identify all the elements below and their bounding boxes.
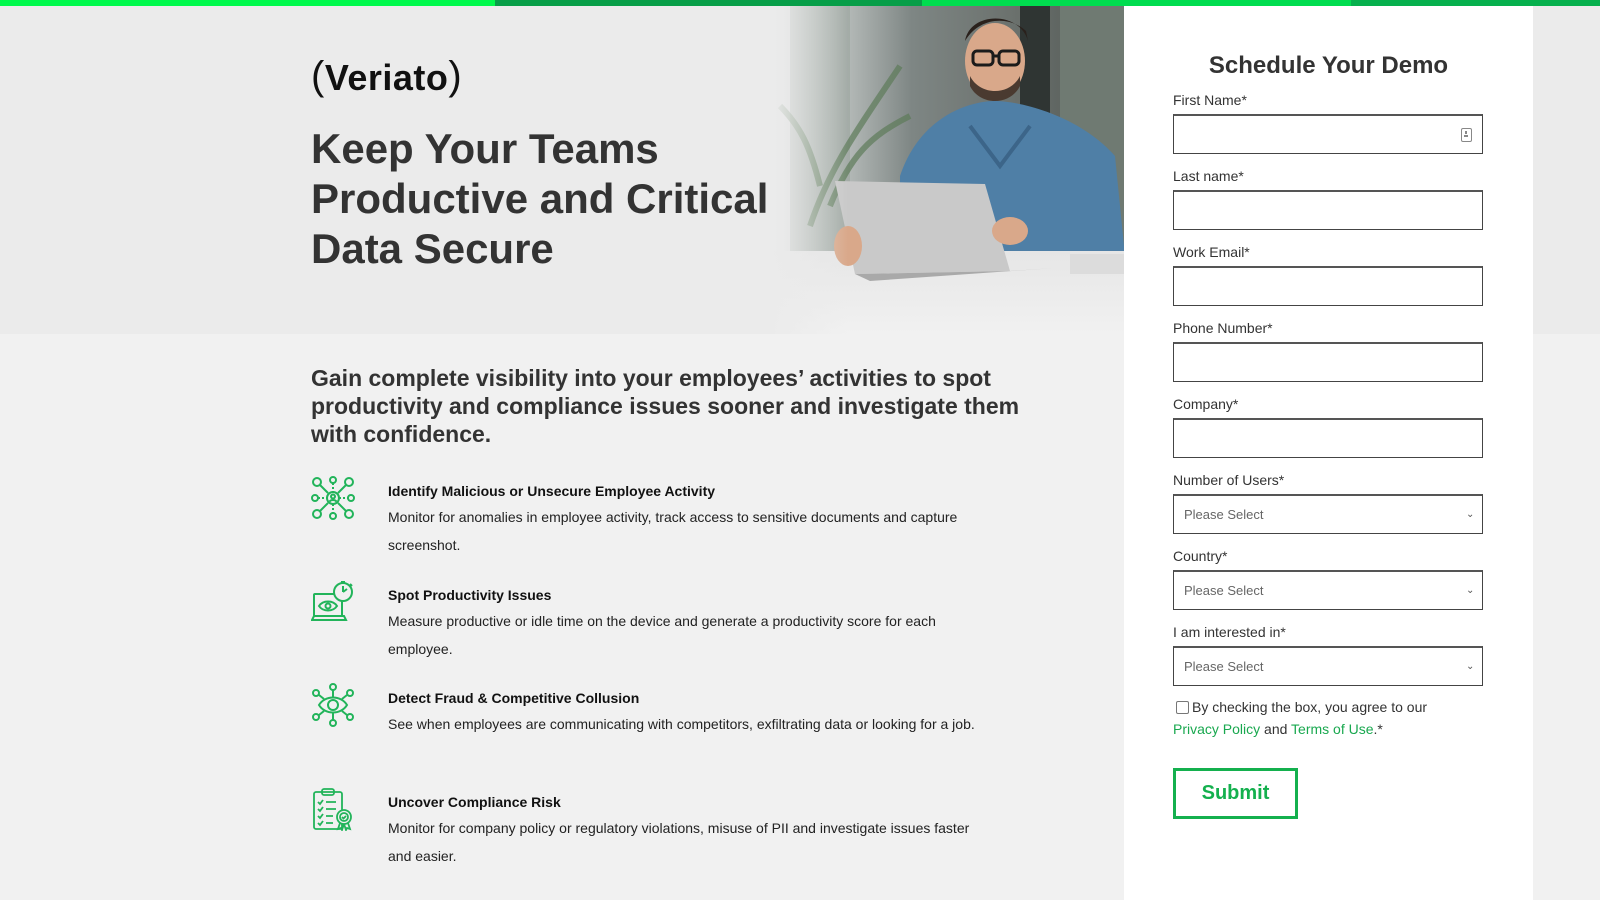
- feature-item: Uncover Compliance Risk Monitor for comp…: [311, 787, 991, 891]
- network-user-icon: [311, 476, 355, 520]
- form-title: Schedule Your Demo: [1208, 52, 1449, 79]
- feature-description: Measure productive or idle time on the d…: [388, 612, 936, 657]
- last-name-input[interactable]: [1174, 192, 1482, 229]
- feature-description: Monitor for anomalies in employee activi…: [388, 509, 958, 553]
- consent-block: By checking the box, you agree to our Pr…: [1173, 696, 1493, 740]
- last-name-field-group: Last name*: [1173, 168, 1483, 230]
- first-name-field-group: First Name*: [1173, 92, 1483, 154]
- accent-segment: [1351, 0, 1600, 6]
- company-input[interactable]: [1174, 420, 1482, 457]
- work-email-field-group: Work Email*: [1173, 244, 1483, 306]
- first-name-input[interactable]: [1174, 116, 1482, 153]
- country-label: Country*: [1173, 548, 1228, 564]
- accent-segment: [0, 0, 495, 6]
- feature-title: Identify Malicious or Unsecure Employee …: [388, 483, 716, 499]
- demo-form-panel: Schedule Your Demo First Name* Last name…: [1124, 6, 1533, 900]
- consent-and: and: [1264, 721, 1288, 737]
- feature-title: Uncover Compliance Risk: [388, 793, 561, 810]
- feature-description: See when employees are communicating wit…: [388, 716, 975, 732]
- work-email-input[interactable]: [1174, 268, 1482, 305]
- top-accent-bar: [0, 0, 1600, 6]
- hero-title-line: Keep Your Teams: [311, 125, 659, 172]
- phone-input[interactable]: [1174, 344, 1482, 381]
- phone-label: Phone Number*: [1173, 320, 1273, 336]
- hero-title: Keep Your Teams Productive and Critical …: [311, 124, 791, 274]
- feature-list: Identify Malicious or Unsecure Employee …: [311, 476, 991, 890]
- last-name-label: Last name*: [1173, 168, 1244, 184]
- chevron-down-icon: ⌄: [1466, 661, 1475, 672]
- logo-text: Veriato: [324, 57, 449, 98]
- num-users-selected: Please Select: [1184, 507, 1264, 522]
- num-users-select[interactable]: Please Select ⌄: [1173, 494, 1483, 534]
- feature-description: Monitor for company policy or regulatory…: [388, 819, 970, 864]
- feature-item: Detect Fraud & Competitive Collusion See…: [311, 683, 991, 787]
- eye-network-icon: [312, 683, 354, 727]
- feature-item: Spot Productivity Issues Measure product…: [311, 580, 991, 684]
- terms-of-use-link[interactable]: Terms of Use: [1291, 721, 1373, 737]
- num-users-field-group: Number of Users* Please Select ⌄: [1173, 472, 1483, 534]
- interest-select[interactable]: Please Select ⌄: [1173, 646, 1483, 686]
- interest-field-group: I am interested in* Please Select ⌄: [1173, 624, 1483, 686]
- accent-segment: [495, 0, 922, 6]
- privacy-policy-link[interactable]: Privacy Policy: [1173, 721, 1260, 737]
- hero-title-line: Data Secure: [311, 225, 554, 272]
- interest-selected: Please Select: [1184, 659, 1264, 674]
- consent-checkbox[interactable]: [1176, 701, 1189, 714]
- hero-image: [770, 6, 1125, 334]
- country-selected: Please Select: [1184, 583, 1264, 598]
- logo-bracket-close: ): [448, 54, 463, 98]
- num-users-label: Number of Users*: [1173, 472, 1285, 488]
- chevron-down-icon: ⌄: [1466, 509, 1475, 520]
- phone-field-group: Phone Number*: [1173, 320, 1483, 382]
- autofill-contact-icon[interactable]: [1461, 128, 1472, 142]
- submit-button[interactable]: Submit: [1173, 768, 1298, 819]
- consent-text: By checking the box, you agree to our: [1192, 699, 1428, 715]
- hero-title-line: Productive and Critical: [311, 175, 769, 222]
- country-select[interactable]: Please Select ⌄: [1173, 570, 1483, 610]
- feature-item: Identify Malicious or Unsecure Employee …: [311, 476, 991, 580]
- chevron-down-icon: ⌄: [1466, 585, 1475, 596]
- laptop-eye-stopwatch-icon: [311, 580, 353, 621]
- company-label: Company*: [1173, 396, 1239, 412]
- accent-segment: [922, 0, 1351, 6]
- subheading: Gain complete visibility into your emplo…: [311, 365, 1020, 447]
- interest-label: I am interested in*: [1173, 624, 1286, 640]
- clipboard-badge-icon: [313, 787, 352, 831]
- logo-bracket-open: (: [311, 54, 325, 98]
- country-field-group: Country* Please Select ⌄: [1173, 548, 1483, 610]
- company-field-group: Company*: [1173, 396, 1483, 458]
- first-name-label: First Name*: [1173, 92, 1247, 108]
- work-email-label: Work Email*: [1173, 244, 1250, 260]
- feature-title: Detect Fraud & Competitive Collusion: [388, 690, 640, 706]
- veriato-logo[interactable]: (Veriato): [311, 54, 463, 100]
- consent-suffix: .*: [1373, 721, 1383, 737]
- feature-title: Spot Productivity Issues: [388, 586, 552, 603]
